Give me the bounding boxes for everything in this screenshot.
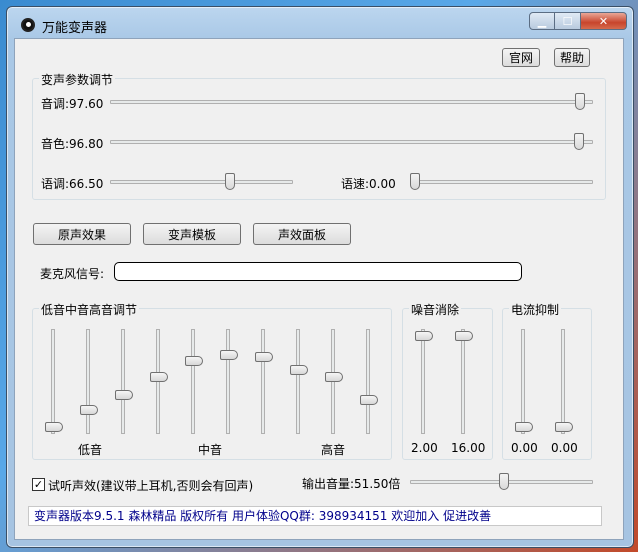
eq-band-5-slider-track[interactable] xyxy=(191,329,195,434)
eq-band-7-slider-track[interactable] xyxy=(261,329,265,434)
pitch-slider-track[interactable] xyxy=(110,100,593,104)
output-volume-slider-thumb[interactable] xyxy=(499,473,510,490)
eq-band-6-slider-track[interactable] xyxy=(226,329,230,434)
headphone-app-icon xyxy=(21,18,35,32)
eq-band-10-slider-thumb[interactable] xyxy=(360,394,378,405)
eq-band-5-slider-thumb[interactable] xyxy=(185,355,203,366)
mic-signal-meter xyxy=(114,262,522,281)
timbre-slider-track[interactable] xyxy=(110,140,593,144)
eq-band-1-slider-thumb[interactable] xyxy=(45,422,63,432)
eq-band-8-slider-track[interactable] xyxy=(296,329,300,434)
voice-template-button[interactable]: 变声模板 xyxy=(143,223,241,245)
current-value-1: 0.00 xyxy=(511,441,538,455)
output-volume-label: 输出音量:51.50倍 xyxy=(302,477,401,491)
current-slider-1-track[interactable] xyxy=(521,329,525,434)
eq-band-6-slider-thumb[interactable] xyxy=(220,350,238,361)
noise-slider-2-track[interactable] xyxy=(461,329,465,434)
eq-low-label: 低音 xyxy=(78,443,103,457)
noise-group-label: 噪音消除 xyxy=(409,301,462,318)
eq-band-7-slider-thumb[interactable] xyxy=(255,351,273,362)
effects-panel-button[interactable]: 声效面板 xyxy=(253,223,351,245)
noise-slider-2-thumb[interactable] xyxy=(455,331,473,341)
current-slider-2-thumb[interactable] xyxy=(555,422,573,432)
timbre-label: 音色:96.80 xyxy=(41,137,104,151)
pitch-slider-thumb[interactable] xyxy=(575,93,585,110)
minimize-icon: ▁ xyxy=(537,14,547,28)
pitch-label: 音调:97.60 xyxy=(41,97,104,111)
noise-value-2: 16.00 xyxy=(451,441,486,455)
mic-signal-label: 麦克风信号: xyxy=(40,267,105,281)
website-button[interactable]: 官网 xyxy=(502,48,540,67)
window-controls: ▁ ☐ ✕ xyxy=(529,12,627,34)
close-icon: ✕ xyxy=(598,14,609,28)
window-title: 万能变声器 xyxy=(42,21,108,36)
status-bar: 变声器版本9.5.1 森林精品 版权所有 用户体验QQ群: 398934151 … xyxy=(28,506,602,526)
original-effect-button[interactable]: 原声效果 xyxy=(33,223,131,245)
noise-slider-1-track[interactable] xyxy=(421,329,425,434)
noise-value-1: 2.00 xyxy=(411,441,438,455)
title-bar[interactable]: 万能变声器 ▁ ☐ ✕ xyxy=(7,7,633,39)
speed-slider-thumb[interactable] xyxy=(410,173,420,190)
eq-band-4-slider-thumb[interactable] xyxy=(150,371,168,382)
eq-band-8-slider-thumb[interactable] xyxy=(290,364,308,375)
eq-group-label: 低音中音高音调节 xyxy=(39,301,140,318)
checkmark-icon: ✓ xyxy=(33,478,44,491)
noise-slider-1-thumb[interactable] xyxy=(415,331,433,341)
maximize-icon: ☐ xyxy=(562,14,573,28)
eq-band-2-slider-track[interactable] xyxy=(86,329,90,434)
eq-high-label: 高音 xyxy=(321,443,346,457)
minimize-button[interactable]: ▁ xyxy=(529,12,555,30)
eq-band-2-slider-thumb[interactable] xyxy=(80,404,98,415)
current-value-2: 0.00 xyxy=(551,441,578,455)
current-group-label: 电流抑制 xyxy=(509,301,562,318)
eq-band-1-slider-track[interactable] xyxy=(51,329,55,434)
speed-slider-track[interactable] xyxy=(410,180,593,184)
voice-params-group-label: 变声参数调节 xyxy=(39,71,116,88)
eq-band-9-slider-thumb[interactable] xyxy=(325,371,343,382)
eq-band-3-slider-track[interactable] xyxy=(121,329,125,434)
eq-band-10-slider-track[interactable] xyxy=(366,329,370,434)
current-slider-1-thumb[interactable] xyxy=(515,422,533,432)
maximize-button[interactable]: ☐ xyxy=(555,12,581,30)
monitor-checkbox[interactable]: ✓ xyxy=(32,478,45,491)
current-slider-2-track[interactable] xyxy=(561,329,565,434)
close-button[interactable]: ✕ xyxy=(581,12,627,30)
monitor-label[interactable]: 试听声效(建议带上耳机,否则会有回声) xyxy=(48,477,253,494)
current-group: 电流抑制 xyxy=(502,301,592,460)
timbre-slider-thumb[interactable] xyxy=(574,133,584,150)
tone-slider-track[interactable] xyxy=(110,180,293,184)
eq-band-3-slider-thumb[interactable] xyxy=(115,390,133,401)
tone-label: 语调:66.50 xyxy=(41,177,104,191)
speed-label: 语速:0.00 xyxy=(341,177,396,191)
tone-slider-thumb[interactable] xyxy=(225,173,235,190)
help-button[interactable]: 帮助 xyxy=(554,48,590,67)
eq-mid-label: 中音 xyxy=(198,443,223,457)
